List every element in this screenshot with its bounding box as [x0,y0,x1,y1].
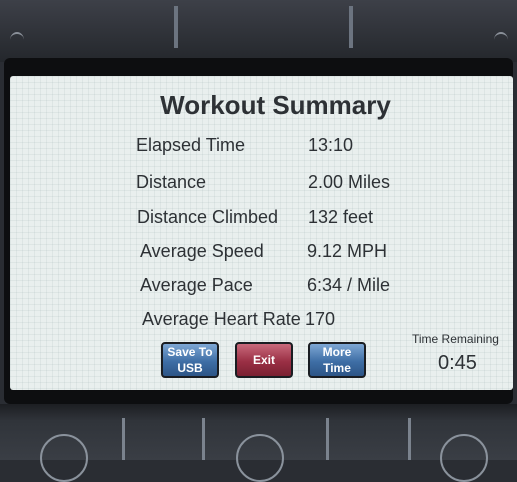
more-time-button[interactable]: More Time [308,342,366,378]
page-title: Workout Summary [160,90,391,120]
row-value: 6:34 / Mile [307,275,391,295]
bezel-seam [349,6,353,48]
time-remaining-value: 0:45 [438,352,477,374]
row-value: 170 [305,309,336,329]
row-value: 2.00 Miles [308,172,391,192]
exit-button[interactable]: Exit [235,342,293,378]
console-ridge [122,418,125,460]
bezel-arc [10,32,24,48]
bezel-arc [494,32,508,48]
time-remaining-label: Time Remaining [412,332,499,346]
bezel-seam [174,6,178,48]
top-bezel [0,0,517,62]
row-label: Average Heart Rate [142,309,301,329]
console-ridge [408,418,411,460]
row-label: Distance [136,172,207,192]
row-value: 132 feet [308,207,374,227]
console-knob [440,434,488,482]
console-knob [236,434,284,482]
save-to-usb-button[interactable]: Save To USB [161,342,219,378]
row-label: Distance Climbed [137,207,279,227]
row-value: 13:10 [308,135,354,155]
save-to-usb-button-label: Save To USB [167,345,213,375]
exit-button-label: Exit [252,353,275,367]
row-value: 9.12 MPH [307,241,388,261]
console-ridge [202,418,205,460]
more-time-button-label: More Time [322,345,352,375]
console-ridge [326,418,329,460]
workout-summary-screen: Workout Summary Elapsed Time 13:10 Dista… [10,76,513,390]
console-knob [40,434,88,482]
row-label: Average Pace [140,275,253,295]
row-label: Elapsed Time [136,135,246,155]
bottom-console-panel [0,404,517,482]
row-label: Average Speed [140,241,264,261]
